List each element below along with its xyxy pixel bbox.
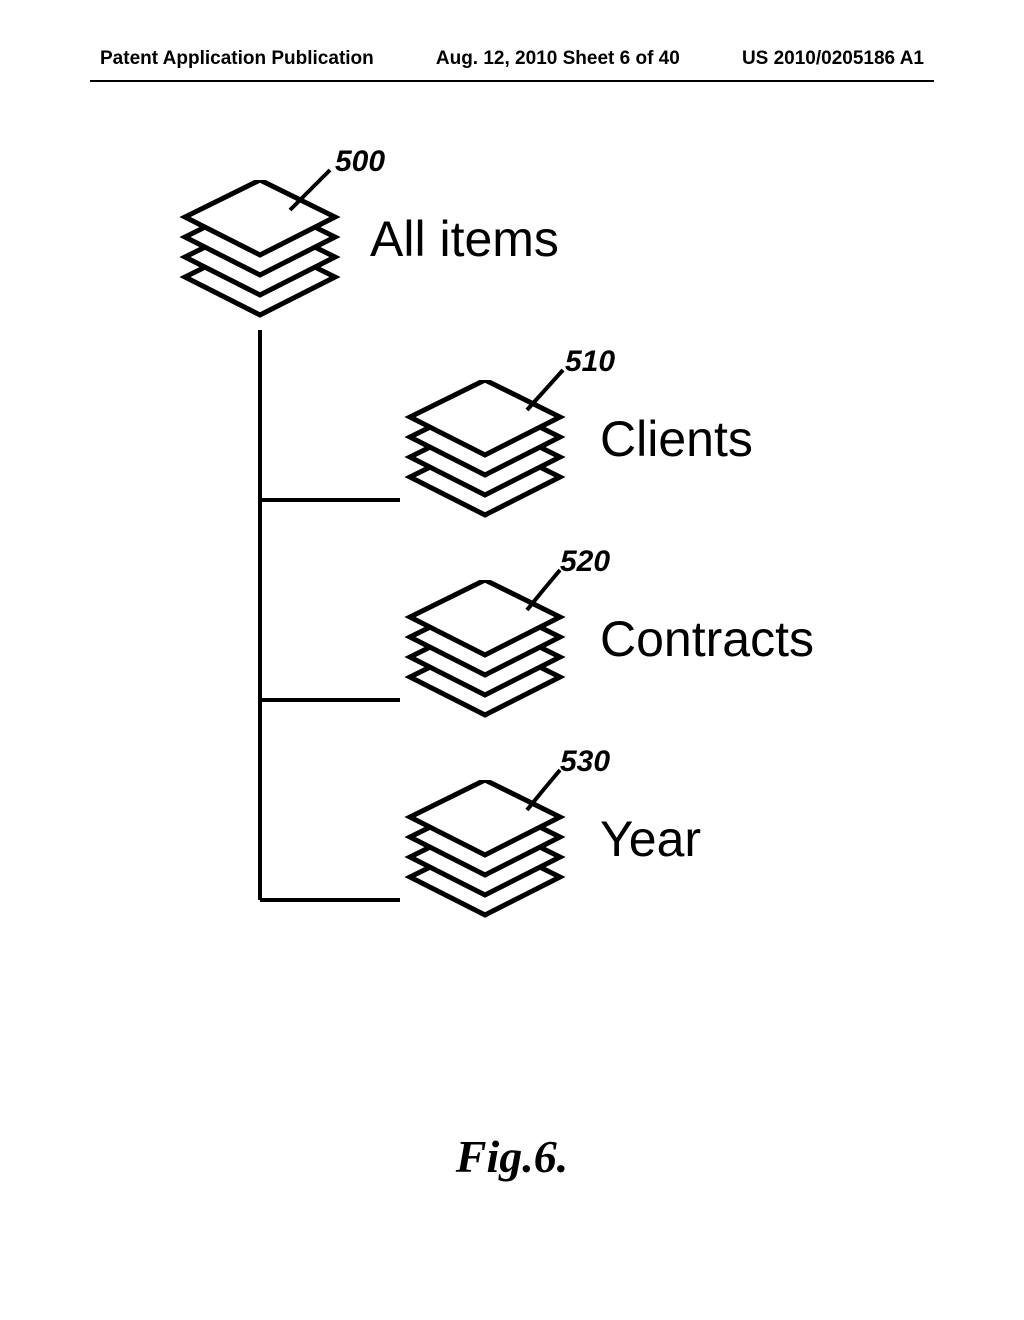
node-all-items: 500 All items (170, 180, 350, 335)
stack-icon (170, 180, 350, 330)
node-contracts: 520 Contracts (395, 580, 575, 735)
header-left: Patent Application Publication (100, 48, 374, 70)
label-contracts: Contracts (600, 610, 814, 668)
label-clients: Clients (600, 410, 753, 468)
ref-500: 500 (335, 145, 385, 179)
node-clients: 510 Clients (395, 380, 575, 535)
figure-caption: Fig.6. (0, 1130, 1024, 1183)
ref-530: 530 (560, 745, 610, 779)
stack-icon (395, 380, 575, 530)
header-center: Aug. 12, 2010 Sheet 6 of 40 (436, 48, 680, 70)
label-all-items: All items (370, 210, 559, 268)
diagram-fig6: 500 All items 510 Clients 520 (140, 170, 880, 1070)
node-year: 530 Year (395, 780, 575, 935)
ref-520: 520 (560, 545, 610, 579)
patent-header: Patent Application Publication Aug. 12, … (0, 48, 1024, 70)
ref-510: 510 (565, 345, 615, 379)
label-year: Year (600, 810, 701, 868)
header-right: US 2010/0205186 A1 (742, 48, 924, 70)
header-rule (90, 80, 934, 82)
stack-icon (395, 780, 575, 930)
stack-icon (395, 580, 575, 730)
